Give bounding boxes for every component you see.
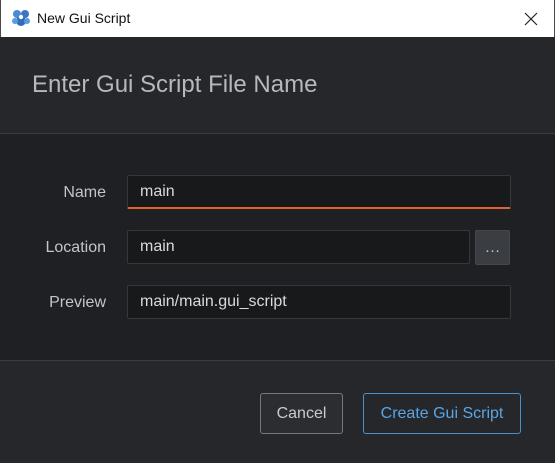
- dialog-window: New Gui Script Enter Gui Script File Nam…: [0, 0, 555, 463]
- create-gui-script-button[interactable]: Create Gui Script: [363, 393, 521, 434]
- preview-value: main/main.gui_script: [140, 293, 287, 310]
- window-title: New Gui Script: [37, 10, 131, 26]
- app-logo-icon: [12, 10, 30, 26]
- preview-field: main/main.gui_script: [127, 285, 511, 319]
- dialog-header: Enter Gui Script File Name: [0, 37, 555, 134]
- name-input[interactable]: main: [127, 175, 511, 209]
- location-input-value: main: [140, 238, 175, 255]
- cancel-button[interactable]: Cancel: [260, 393, 343, 434]
- location-label: Location: [45, 239, 107, 256]
- preview-label: Preview: [49, 294, 106, 311]
- close-icon: [524, 12, 538, 25]
- form-area: Name main Location main … Preview main/m…: [0, 135, 555, 360]
- close-button[interactable]: [508, 0, 554, 37]
- name-label: Name: [63, 184, 106, 201]
- location-input[interactable]: main: [127, 230, 470, 264]
- title-bar: New Gui Script: [0, 0, 555, 37]
- name-input-value: main: [140, 182, 175, 200]
- dialog-footer: Cancel Create Gui Script: [0, 361, 555, 463]
- browse-button[interactable]: …: [475, 230, 510, 265]
- header-title: Enter Gui Script File Name: [32, 71, 318, 98]
